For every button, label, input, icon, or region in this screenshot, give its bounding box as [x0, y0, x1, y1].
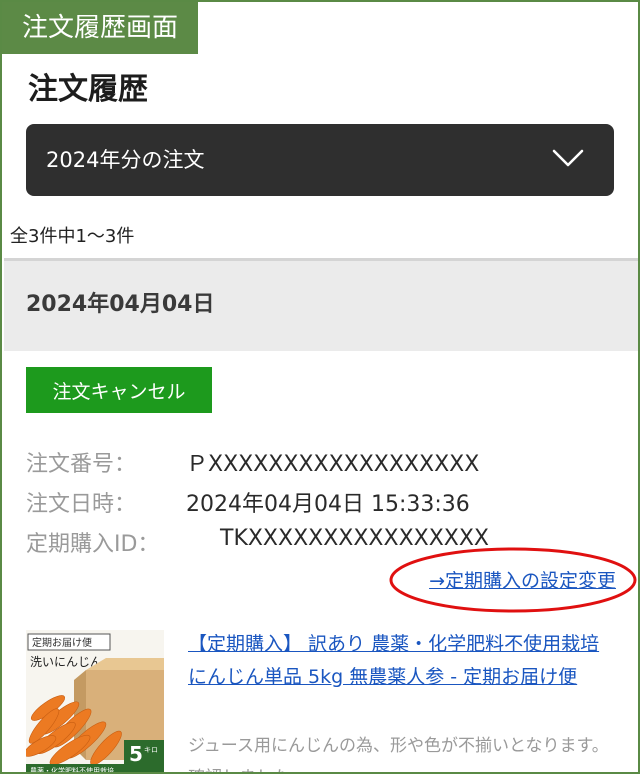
- cancel-order-button[interactable]: 注文キャンセル: [26, 367, 212, 413]
- product-description: ジュース用にんじんの為、形や色が不揃いとなります。 確認しました: [188, 736, 609, 772]
- image-unit-text: キロ: [144, 746, 158, 754]
- image-footer-text: 農薬・化学肥料不使用栽培: [30, 766, 114, 774]
- image-tag-text: 定期お届け便: [32, 636, 92, 649]
- order-number-value: ＰXXXXXXXXXXXXXXXXXX: [186, 452, 480, 477]
- subscription-id-value: TKXXXXXXXXXXXXXXXX: [220, 526, 490, 551]
- year-filter-value: 2024年分の注文: [46, 148, 205, 172]
- page-title: 注文履歴: [28, 72, 148, 107]
- screen-label-tag: 注文履歴画面: [2, 2, 198, 54]
- order-datetime-label: 注文日時：: [26, 492, 137, 517]
- product-image[interactable]: 定期お届け便 洗いにんじん 5 キロ 農薬・化学肥料不使用栽培: [26, 630, 164, 774]
- order-date-header: 2024年04月04日: [4, 258, 638, 351]
- subscription-id-label: 定期購入ID：: [26, 532, 160, 557]
- result-count: 全3件中1～3件: [10, 226, 135, 247]
- chevron-down-icon: [552, 149, 584, 167]
- subscription-settings-link[interactable]: →定期購入の設定変更: [429, 566, 616, 593]
- image-weight-text: 5: [129, 742, 143, 766]
- carrot-box-illustration: 定期お届け便 洗いにんじん 5 キロ 農薬・化学肥料不使用栽培: [26, 630, 164, 774]
- screenshot-frame: 注文履歴画面 注文履歴 2024年分の注文 全3件中1～3件 2024年04月0…: [0, 0, 640, 774]
- product-name-link[interactable]: 【定期購入】 訳あり 農薬・化学肥料不使用栽培にんじん単品 5kg 無農薬人参 …: [188, 628, 618, 694]
- order-date: 2024年04月04日: [26, 292, 215, 317]
- order-datetime-value: 2024年04月04日 15:33:36: [186, 492, 470, 517]
- order-number-label: 注文番号：: [26, 452, 137, 477]
- year-filter-select[interactable]: 2024年分の注文: [26, 124, 614, 196]
